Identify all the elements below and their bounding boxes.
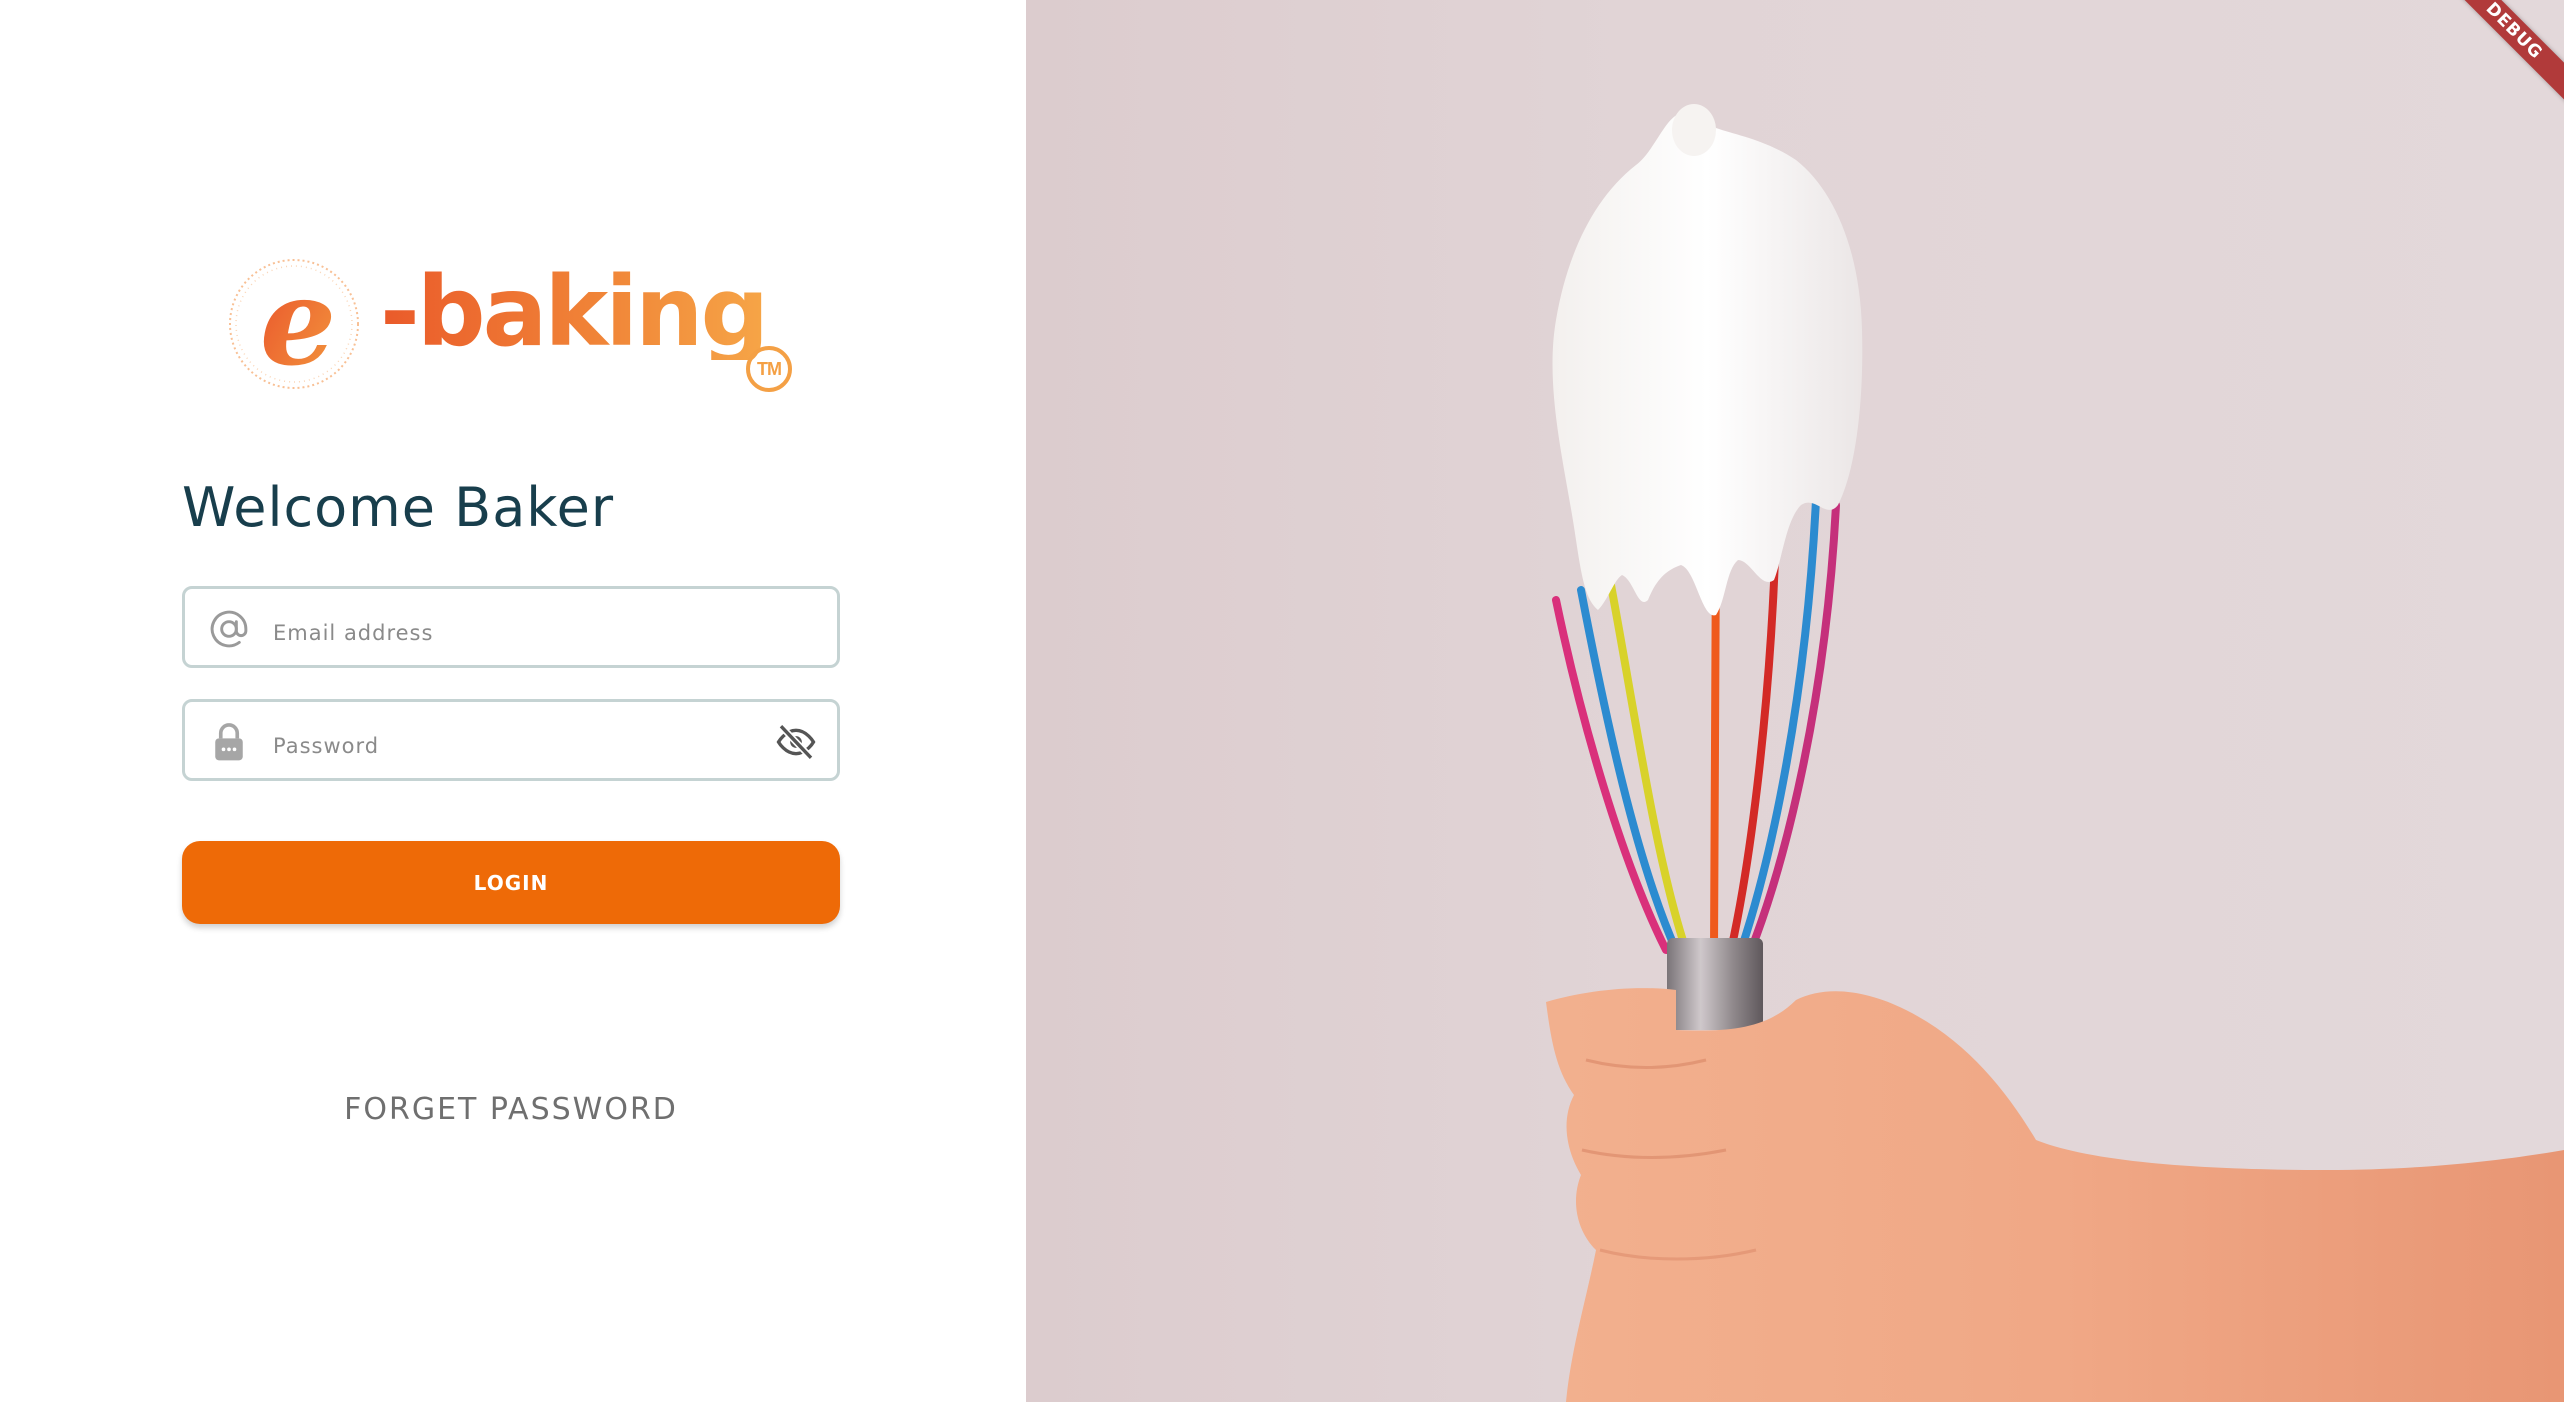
login-page: e -baking TM Welcome Baker Email address… [0,0,2564,1402]
forget-password-link[interactable]: FORGET PASSWORD [182,1092,840,1127]
email-field[interactable] [182,586,840,668]
logo-e-mark-icon: e [229,252,359,393]
password-field[interactable] [182,699,840,781]
login-panel: e -baking TM Welcome Baker Email address… [0,0,1026,1402]
page-title: Welcome Baker [182,476,615,539]
lock-icon [215,723,243,761]
svg-text:e: e [260,252,336,393]
at-sign-icon [210,610,248,648]
login-button[interactable]: LOGIN [182,841,840,924]
whisk-handle [1667,938,1763,1030]
eye-off-icon[interactable] [773,722,819,762]
trademark-badge: TM [746,346,792,392]
hero-image: DEBUG [1026,0,2564,1402]
brand-logo: e -baking TM [222,248,822,408]
whisk-illustration [1546,104,2564,1402]
password-input[interactable] [273,726,733,766]
logo-wordmark: -baking [380,256,769,368]
hand [1546,988,2564,1402]
email-input[interactable] [273,613,733,653]
